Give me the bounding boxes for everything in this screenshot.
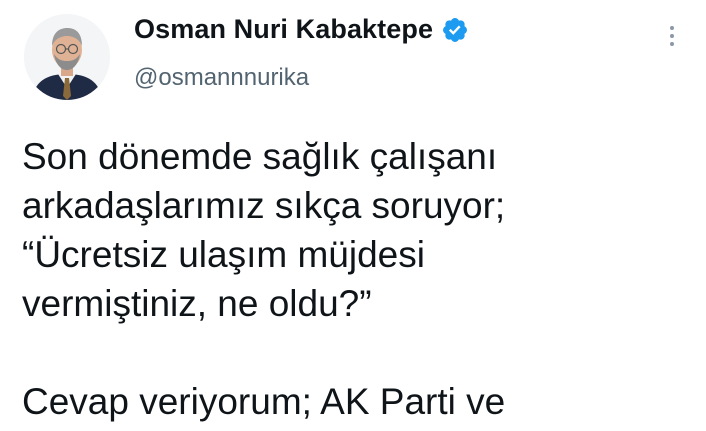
author-display-name[interactable]: Osman Nuri Kabaktepe xyxy=(134,14,469,45)
more-dot xyxy=(670,34,674,38)
tweet-card: Osman Nuri Kabaktepe @osmannnurika Son d… xyxy=(0,0,706,431)
more-dot xyxy=(670,26,674,30)
tweet-line: vermiştiniz, ne oldu?” xyxy=(22,283,372,324)
avatar-image xyxy=(24,14,110,100)
verified-badge-icon xyxy=(441,16,469,44)
tweet-line: “Ücretsiz ulaşım müjdesi xyxy=(22,234,425,275)
more-options-icon[interactable] xyxy=(660,20,684,52)
tweet-line: Son dönemde sağlık çalışanı xyxy=(22,136,498,177)
tweet-line: Cevap veriyorum; AK Parti ve xyxy=(22,381,506,422)
author-handle[interactable]: @osmannnurika xyxy=(134,64,309,92)
author-avatar[interactable] xyxy=(24,14,110,100)
more-dot xyxy=(670,42,674,46)
tweet-text: Son dönemde sağlık çalışanı arkadaşlarım… xyxy=(22,132,692,426)
author-name-text: Osman Nuri Kabaktepe xyxy=(134,14,434,44)
tweet-line: arkadaşlarımız sıkça soruyor; xyxy=(22,185,506,226)
